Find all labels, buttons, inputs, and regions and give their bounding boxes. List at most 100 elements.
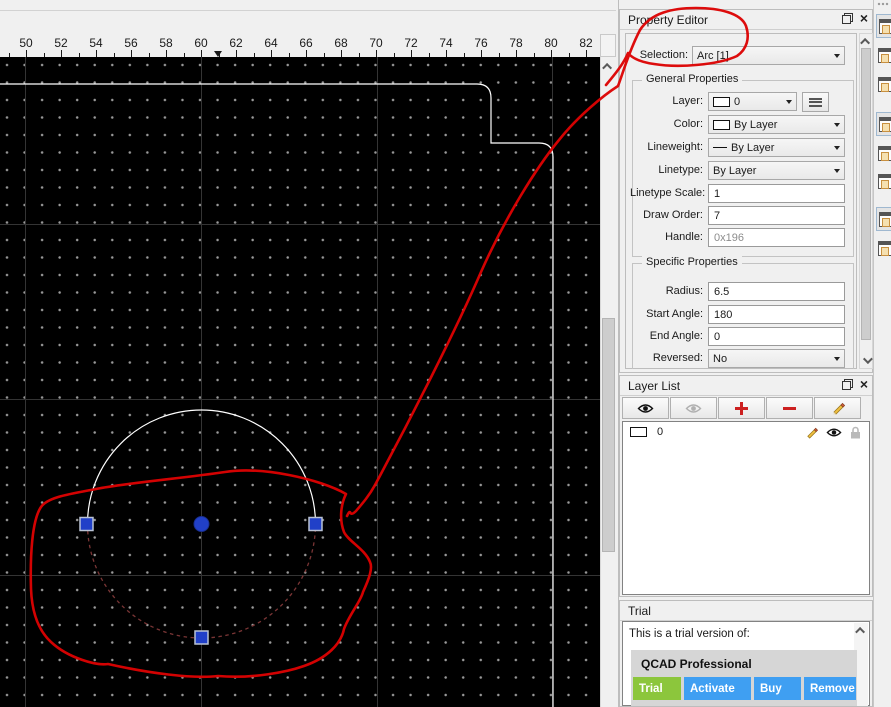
dock-toggle-button[interactable] <box>876 112 891 136</box>
float-panel-icon[interactable] <box>841 379 853 390</box>
plus-icon <box>735 401 748 415</box>
linetype-combo[interactable]: By Layer <box>708 161 845 180</box>
hamburger-icon <box>809 97 822 107</box>
activate-button[interactable]: Activate <box>684 677 751 700</box>
dock-toggle-button[interactable] <box>876 169 891 193</box>
panel-titlebar[interactable]: Property Editor × <box>620 10 872 30</box>
ruler-number: 76 <box>474 36 488 50</box>
property-editor-scrollbar[interactable] <box>859 33 873 369</box>
scroll-up-button[interactable] <box>601 59 616 74</box>
layer-color-swatch <box>713 96 730 107</box>
radius-field[interactable]: 6.5 <box>708 282 845 301</box>
ruler-corner-box <box>600 34 616 57</box>
layer-color-swatch <box>630 427 647 437</box>
scroll-down-button[interactable] <box>860 353 873 368</box>
close-panel-icon[interactable]: × <box>860 377 868 391</box>
ruler-tick <box>376 50 377 57</box>
ruler-number: 58 <box>159 36 173 50</box>
entity-polyline[interactable] <box>0 83 554 707</box>
dock-toggle-button[interactable] <box>876 207 891 231</box>
layer-row[interactable]: 0 <box>623 423 869 441</box>
remove-button[interactable]: Remove <box>804 677 856 700</box>
chevron-up-icon <box>854 626 865 637</box>
ruler-tick <box>271 50 272 57</box>
eye-icon[interactable] <box>826 427 842 438</box>
lineweight-combo[interactable]: By Layer <box>708 138 845 157</box>
product-box: QCAD Professional Trial Activate Buy Remove <box>631 650 857 706</box>
chevron-down-icon <box>834 169 840 176</box>
scroll-up-button[interactable] <box>859 34 872 49</box>
ruler-number: 82 <box>579 36 593 50</box>
linetype-scale-label: Linetype Scale: <box>630 187 706 199</box>
layer-menu-button[interactable] <box>802 92 829 112</box>
chevron-down-icon <box>834 357 840 364</box>
layer-table[interactable]: 0 <box>622 421 870 595</box>
panel-titlebar[interactable]: Trial <box>620 601 872 621</box>
ruler-tick <box>586 50 587 57</box>
drawing-canvas[interactable] <box>0 57 600 707</box>
panel-window-icon <box>878 47 891 63</box>
panel-window-icon <box>878 240 891 256</box>
dock-toggle-button[interactable] <box>876 72 891 96</box>
selection-combo[interactable]: Arc [1] <box>692 46 845 65</box>
draw-order-field[interactable]: 7 <box>708 206 845 225</box>
dock-toggle-button[interactable] <box>876 141 891 165</box>
pencil-icon[interactable] <box>805 426 818 439</box>
color-combo[interactable]: By Layer <box>708 115 845 134</box>
toolbar-drag-handle[interactable] <box>877 2 889 6</box>
edit-layer-button[interactable] <box>814 397 861 419</box>
ruler-number: 56 <box>124 36 138 50</box>
ruler-tick <box>236 50 237 57</box>
arc-start-handle[interactable] <box>79 516 94 532</box>
dock-toggle-button[interactable] <box>876 14 891 38</box>
ruler-number: 54 <box>89 36 103 50</box>
remove-layer-button[interactable] <box>766 397 813 419</box>
chevron-up-icon <box>602 62 613 73</box>
entity-arc-selected[interactable] <box>86 523 317 639</box>
start-angle-field[interactable]: 180 <box>708 305 845 324</box>
linetype-scale-field[interactable]: 1 <box>708 184 845 203</box>
buy-button[interactable]: Buy <box>754 677 801 700</box>
ruler-tick <box>26 50 27 57</box>
scrollbar-thumb[interactable] <box>602 318 615 552</box>
dock-toggle-button[interactable] <box>876 43 891 67</box>
eye-closed-icon <box>685 403 702 413</box>
add-layer-button[interactable] <box>718 397 765 419</box>
show-all-layers-button[interactable] <box>622 397 669 419</box>
end-angle-field[interactable]: 0 <box>708 327 845 346</box>
arc-middle-handle[interactable] <box>194 630 209 645</box>
entity-arc-top[interactable] <box>86 409 317 525</box>
canvas-vertical-scrollbar[interactable] <box>600 57 616 707</box>
close-panel-icon[interactable]: × <box>860 11 868 25</box>
ruler-tick <box>96 50 97 57</box>
handle-field: 0x196 <box>708 228 845 247</box>
ruler-number: 78 <box>509 36 523 50</box>
ruler-tick <box>131 50 132 57</box>
panel-titlebar[interactable]: Layer List × <box>620 376 872 396</box>
ruler-tick <box>446 50 447 57</box>
reversed-combo[interactable]: No <box>708 349 845 368</box>
hide-all-layers-button[interactable] <box>670 397 717 419</box>
horizontal-ruler: 50 52 54 56 58 60 62 64 66 68 70 72 74 76 78 80 82 <box>0 12 600 57</box>
scroll-up-button[interactable] <box>854 623 868 638</box>
ruler-number: 74 <box>439 36 453 50</box>
trial-content: This is a trial version of: QCAD Profess… <box>622 621 870 706</box>
panel-window-icon <box>879 18 891 34</box>
scrollbar-thumb[interactable] <box>861 48 871 340</box>
ruler-tick <box>201 50 202 57</box>
lock-icon[interactable] <box>850 426 861 439</box>
layer-combo[interactable]: 0 <box>708 92 797 111</box>
arc-center-handle[interactable] <box>193 516 210 532</box>
ruler-number: 80 <box>544 36 558 50</box>
ruler-number: 52 <box>54 36 68 50</box>
product-name: QCAD Professional <box>641 657 752 671</box>
ruler-number: 50 <box>19 36 33 50</box>
dock-toggle-button[interactable] <box>876 236 891 260</box>
panel-window-icon <box>878 145 891 161</box>
ruler-number: 60 <box>194 36 208 50</box>
trial-button[interactable]: Trial <box>633 677 681 700</box>
pencil-icon <box>832 402 845 415</box>
property-editor-panel: Property Editor × Selection: Arc [1] Gen… <box>619 9 873 373</box>
float-panel-icon[interactable] <box>841 13 853 24</box>
arc-end-handle[interactable] <box>308 516 323 532</box>
